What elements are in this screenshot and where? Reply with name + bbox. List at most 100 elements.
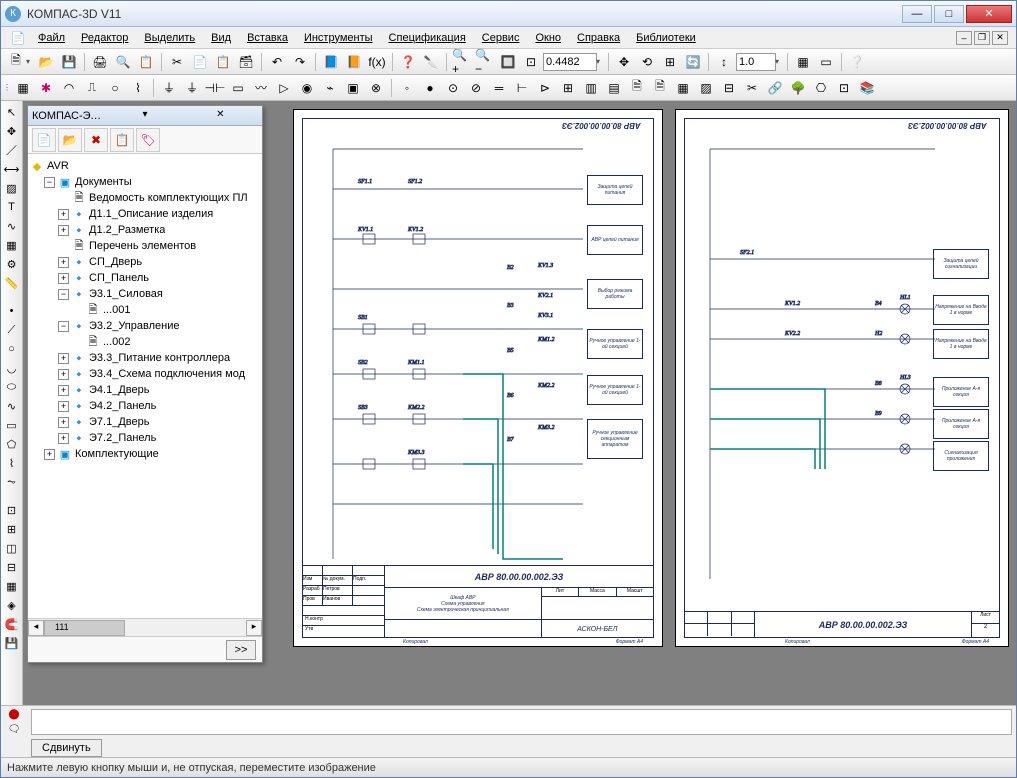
lt-save2-icon[interactable]: 💾 [3, 634, 21, 652]
lt-snap1-icon[interactable]: ⊡ [3, 501, 21, 519]
tree-subitem[interactable]: 🗎...002 [30, 334, 260, 350]
wire-tool[interactable]: ⎍ [81, 77, 103, 99]
tree-item[interactable]: +🔹Э4.1_Дверь [30, 382, 260, 398]
lt-param-icon[interactable]: ⚙ [3, 255, 21, 273]
doc-restore-button[interactable]: ❐ [974, 31, 990, 45]
panel-close-icon[interactable]: ✕ [183, 109, 258, 123]
zoom-input[interactable] [543, 53, 597, 71]
command-input[interactable] [31, 709, 1012, 735]
tree-item[interactable]: +🔹Э7.1_Дверь [30, 414, 260, 430]
pan-button[interactable]: ✥ [613, 51, 635, 73]
spec-paste-button[interactable]: 🗃 [235, 51, 257, 73]
zoom-prev-button[interactable]: ⟲ [636, 51, 658, 73]
stop-icon[interactable]: ⬤ [5, 708, 23, 722]
link-icon[interactable]: 🔗 [764, 77, 786, 99]
bus-icon[interactable]: ═ [488, 77, 510, 99]
tree-item[interactable]: +🔹Д1.1_Описание изделия [30, 206, 260, 222]
tree-item[interactable]: 🗎Перечень элементов [30, 238, 260, 254]
menu-service[interactable]: Сервис [475, 30, 527, 46]
lt-polyline-icon[interactable]: ⌇ [3, 454, 21, 472]
lt-arc2-icon[interactable]: ◡ [3, 359, 21, 377]
line-tool[interactable]: ▦ [12, 77, 34, 99]
spec-button[interactable]: 📋 [135, 51, 157, 73]
menu-spec[interactable]: Спецификация [382, 30, 473, 46]
menu-help[interactable]: Справка [570, 30, 627, 46]
tree-item[interactable]: +🔹Д1.2_Разметка [30, 222, 260, 238]
help2-button[interactable]: ❔ [846, 51, 868, 73]
break-icon[interactable]: ⊘ [465, 77, 487, 99]
scroll-left-icon[interactable]: ◂ [28, 620, 44, 636]
lt-aux-icon[interactable]: ∿ [3, 217, 21, 235]
net-tool[interactable]: ✱ [35, 77, 57, 99]
help-button[interactable]: ❓ [397, 51, 419, 73]
menu-libs[interactable]: Библиотеки [629, 30, 703, 46]
lt-spline-icon[interactable]: ∿ [3, 397, 21, 415]
diode-icon[interactable]: ▷ [273, 77, 295, 99]
save-button[interactable]: 💾 [58, 51, 80, 73]
copy-button[interactable]: 📄 [189, 51, 211, 73]
trans-icon[interactable]: ◉ [296, 77, 318, 99]
zoom-dropdown[interactable]: ▾ [596, 57, 604, 66]
tree-item[interactable]: 🗎Ведомость комплектующих ПЛ [30, 190, 260, 206]
sheet-icon[interactable]: ▦ [672, 77, 694, 99]
tree-item[interactable]: +🔹Э7.2_Панель [30, 430, 260, 446]
gnd2-icon[interactable]: ⏚ [181, 77, 203, 99]
group-icon[interactable]: ⊡ [833, 77, 855, 99]
doc-icon[interactable]: 🗎 [626, 77, 648, 99]
info-icon[interactable]: 🗨 [5, 723, 23, 737]
chip2-icon[interactable]: ▤ [603, 77, 625, 99]
cut-button[interactable]: ✂ [166, 51, 188, 73]
res-icon[interactable]: ▭ [227, 77, 249, 99]
zoom-fit-button[interactable]: ⊡ [520, 51, 542, 73]
term-icon[interactable]: ⊢ [511, 77, 533, 99]
panel-new-icon[interactable]: 📄 [32, 128, 56, 152]
variables-button[interactable]: f(x) [366, 51, 388, 73]
tree-item[interactable]: −🔹Э3.1_Силовая [30, 286, 260, 302]
conn3-icon[interactable]: ⊙ [442, 77, 464, 99]
lt-lasso-icon[interactable]: ✥ [3, 122, 21, 140]
panel-copy-icon[interactable]: 📋 [110, 128, 134, 152]
conn1-icon[interactable]: ◦ [396, 77, 418, 99]
panel-tag-icon[interactable]: 🏷 [136, 128, 160, 152]
tree-item[interactable]: +🔹Э3.4_Схема подключения мод [30, 366, 260, 382]
hatch-icon[interactable]: ▨ [695, 77, 717, 99]
connect-tool[interactable]: ⌇ [127, 77, 149, 99]
panel-open-icon[interactable]: 📂 [58, 128, 82, 152]
redo-button[interactable]: ↷ [289, 51, 311, 73]
refresh-button[interactable]: 🔄 [682, 51, 704, 73]
doc-minimize-button[interactable]: – [956, 31, 972, 45]
clip-icon[interactable]: ✂ [741, 77, 763, 99]
app-menu-icon[interactable]: 📄 [7, 27, 29, 49]
lib-icon[interactable]: 📚 [856, 77, 878, 99]
lt-line-icon[interactable]: ／ [3, 141, 21, 159]
lt-mag-icon[interactable]: 🧲 [3, 615, 21, 633]
tree-root[interactable]: ◆AVR [30, 158, 260, 174]
knife-icon[interactable]: 🔪 [420, 51, 442, 73]
zoom-all-button[interactable]: ⊞ [659, 51, 681, 73]
menu-file[interactable]: Файл [31, 30, 72, 46]
circle-tool[interactable]: ○ [104, 77, 126, 99]
tree-item[interactable]: +🔹Э4.2_Панель [30, 398, 260, 414]
new-dropdown[interactable]: ▾ [26, 57, 34, 66]
relay-icon[interactable]: ▣ [342, 77, 364, 99]
menu-select[interactable]: Выделить [137, 30, 202, 46]
maximize-button[interactable]: □ [934, 5, 964, 23]
menu-view[interactable]: Вид [204, 30, 238, 46]
switch-icon[interactable]: ⌁ [319, 77, 341, 99]
lt-hatch-icon[interactable]: ▨ [3, 179, 21, 197]
doc-close-button[interactable]: ✕ [992, 31, 1008, 45]
zoom-window-button[interactable]: 🔲 [497, 51, 519, 73]
ind-icon[interactable]: 〰 [250, 77, 272, 99]
obj-icon[interactable]: ⎔ [810, 77, 832, 99]
lt-dim-icon[interactable]: ⟷ [3, 160, 21, 178]
lt-circle-icon[interactable]: ○ [3, 340, 21, 358]
chip-icon[interactable]: ▥ [580, 77, 602, 99]
open-button[interactable]: 📂 [35, 51, 57, 73]
frame-button[interactable]: ▭ [815, 51, 837, 73]
scroll-right-icon[interactable]: ▸ [246, 620, 262, 636]
libraries-button[interactable]: 📙 [343, 51, 365, 73]
lt-snap3-icon[interactable]: ◫ [3, 539, 21, 557]
lt-spec-icon[interactable]: ▦ [3, 236, 21, 254]
table-icon[interactable]: ⊞ [557, 77, 579, 99]
lt-seg-icon[interactable]: ⟋ [3, 321, 21, 339]
